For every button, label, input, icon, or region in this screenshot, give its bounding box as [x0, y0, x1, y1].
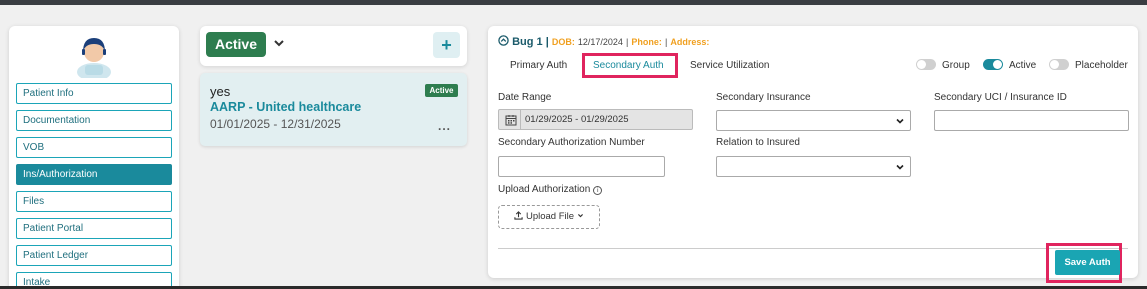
calendar-icon: [505, 115, 517, 126]
chevron-down-icon: [896, 164, 904, 170]
toggle-label: Active: [1009, 60, 1037, 71]
secondary-uci-input[interactable]: [934, 110, 1129, 131]
auth-card-name: yes: [210, 84, 231, 99]
patient-header: Bug 1 | DOB: 12/17/2024 | Phone: | Addre…: [498, 35, 709, 48]
sidebar-item-documentation[interactable]: Documentation: [16, 110, 172, 131]
secondary-uci-label: Secondary UCI / Insurance ID: [934, 92, 1067, 103]
upload-authorization-label: Upload Authorization i: [498, 184, 603, 195]
top-bar: [0, 0, 1147, 5]
toggle-label: Placeholder: [1075, 60, 1128, 71]
divider: [498, 248, 1128, 249]
tab-highlight-box: [582, 53, 678, 78]
date-range-value: 01/29/2025 - 01/29/2025: [525, 114, 629, 125]
plus-icon: +: [441, 35, 452, 55]
upload-authorization-text: Upload Authorization: [498, 184, 591, 195]
tab-service-utilization[interactable]: Service Utilization: [690, 60, 769, 71]
separator: |: [626, 37, 629, 47]
auth-card[interactable]: yes Active AARP - United healthcare 01/0…: [200, 73, 467, 146]
toggle-switch[interactable]: [1049, 59, 1069, 70]
sidebar-item-files[interactable]: Files: [16, 191, 172, 212]
chevron-down-icon[interactable]: [272, 36, 286, 50]
add-auth-button[interactable]: +: [433, 32, 460, 58]
group-toggle[interactable]: Group: [916, 59, 970, 71]
toggle-label: Group: [942, 60, 970, 71]
sidebar-item-patient-info[interactable]: Patient Info: [16, 83, 172, 104]
chevron-down-icon: [577, 214, 583, 218]
toggle-switch[interactable]: [983, 59, 1003, 70]
sidebar-nav: Patient Info Documentation VOB Ins/Autho…: [16, 83, 172, 289]
phone-label: Phone:: [631, 37, 662, 47]
separator: |: [664, 37, 668, 47]
auth-list-header: Active +: [200, 26, 467, 66]
patient-name: Bug 1: [512, 36, 543, 48]
status-badge: Active: [425, 84, 458, 97]
status-filter-button[interactable]: Active: [206, 32, 266, 57]
dob-value: 12/17/2024: [577, 37, 623, 47]
relation-to-insured-label: Relation to Insured: [716, 137, 800, 148]
auth-card-dates: 01/01/2025 - 12/31/2025: [210, 117, 341, 131]
relation-to-insured-select[interactable]: [716, 156, 911, 177]
toggle-switch[interactable]: [916, 59, 936, 70]
secondary-insurance-label: Secondary Insurance: [716, 92, 811, 103]
save-auth-button[interactable]: Save Auth: [1055, 250, 1120, 275]
sidebar-item-ins-authorization[interactable]: Ins/Authorization: [16, 164, 172, 185]
sidebar-item-patient-portal[interactable]: Patient Portal: [16, 218, 172, 239]
auth-detail-panel: Bug 1 | DOB: 12/17/2024 | Phone: | Addre…: [488, 26, 1138, 283]
address-label: Address:: [670, 37, 710, 47]
secondary-auth-number-label: Secondary Authorization Number: [498, 137, 645, 148]
patient-sidebar: Patient Info Documentation VOB Ins/Autho…: [9, 26, 179, 289]
upload-icon: [514, 211, 523, 220]
avatar: [77, 38, 111, 78]
secondary-insurance-select[interactable]: [716, 110, 911, 131]
date-range-label: Date Range: [498, 92, 552, 103]
sidebar-item-vob[interactable]: VOB: [16, 137, 172, 158]
chevron-down-icon: [896, 118, 904, 124]
separator: |: [545, 36, 549, 48]
auth-card-insurance: AARP - United healthcare: [210, 100, 362, 114]
active-toggle[interactable]: Active: [983, 59, 1036, 71]
collapse-circle-icon[interactable]: [498, 35, 509, 46]
date-range-input[interactable]: 01/29/2025 - 01/29/2025: [498, 109, 693, 130]
divider: [520, 110, 521, 129]
tab-primary-auth[interactable]: Primary Auth: [510, 60, 567, 71]
upload-file-button[interactable]: Upload File: [498, 205, 600, 229]
more-options-icon[interactable]: ...: [438, 119, 451, 133]
placeholder-toggle[interactable]: Placeholder: [1049, 59, 1128, 71]
sidebar-item-patient-ledger[interactable]: Patient Ledger: [16, 245, 172, 266]
dob-label: DOB:: [551, 37, 575, 47]
upload-file-label: Upload File: [525, 211, 575, 222]
secondary-auth-number-input[interactable]: [498, 156, 665, 177]
info-icon[interactable]: i: [593, 186, 603, 195]
